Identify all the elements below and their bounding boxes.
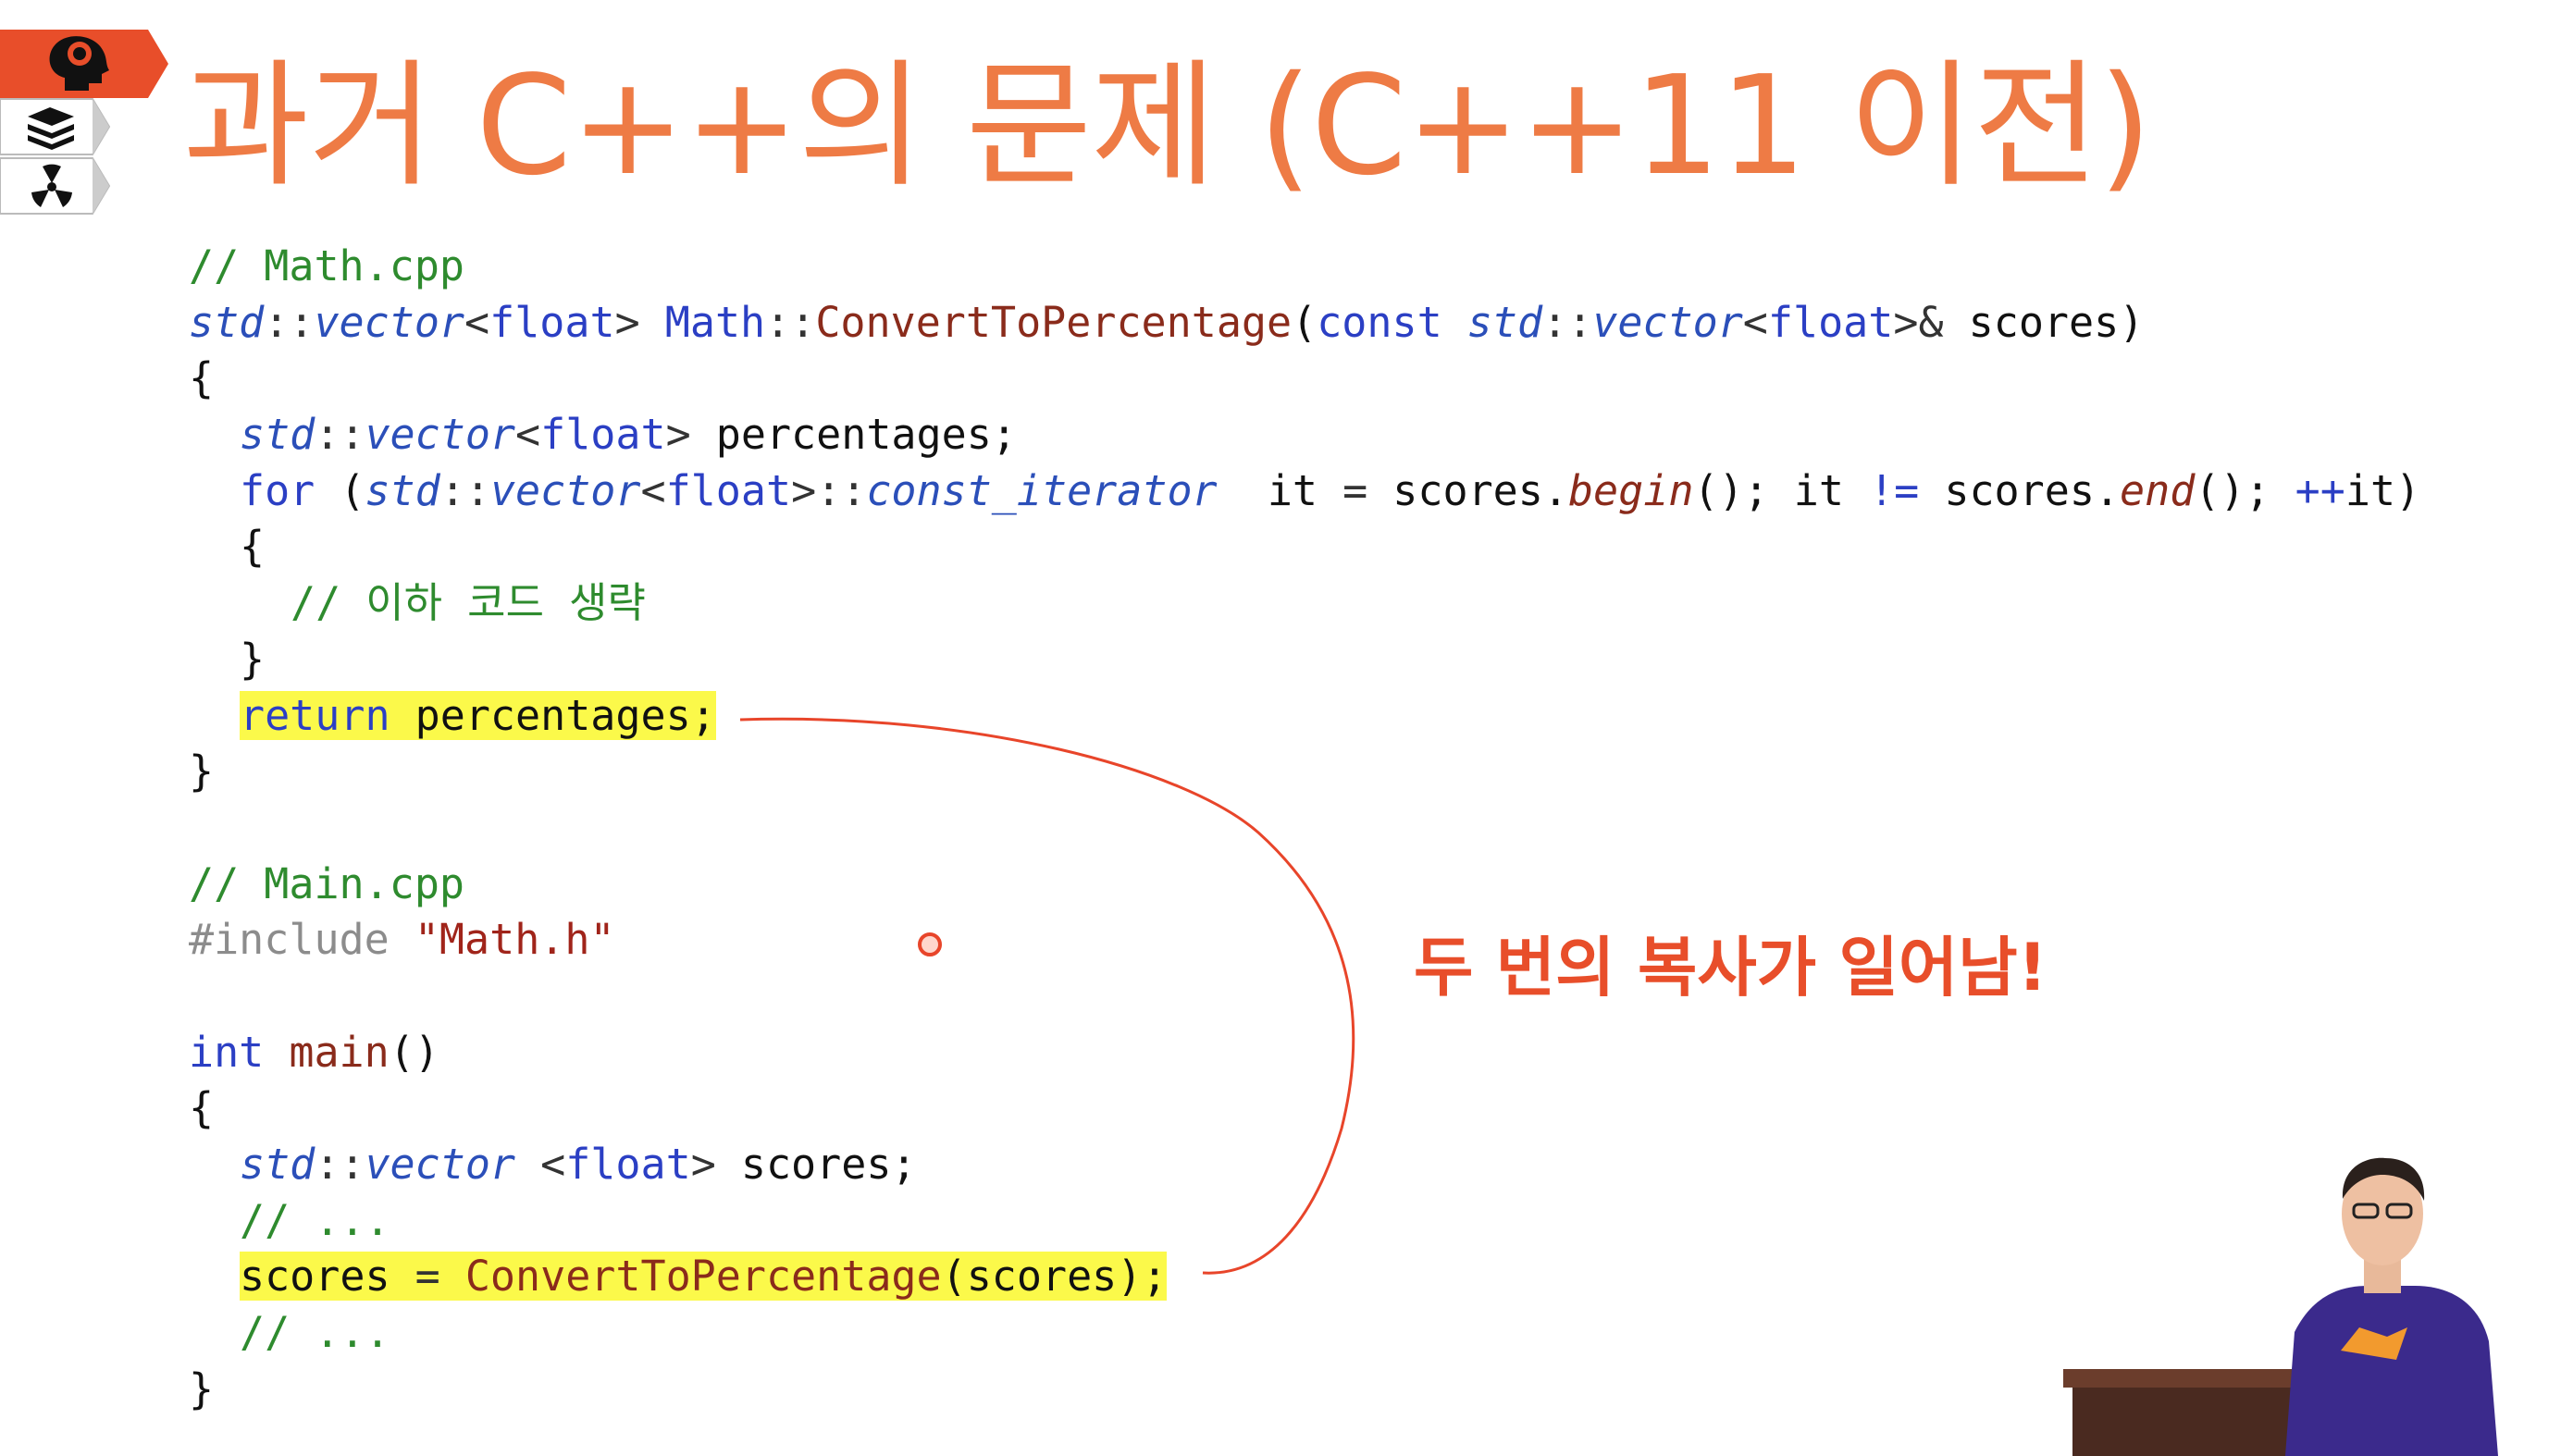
slide: 과거 C++의 문제 (C++11 이전) // Math.cpp std::v… — [0, 0, 2561, 1456]
annotation-text: 두 번의 복사가 일어남! — [1414, 930, 2048, 1006]
pointer-cursor — [918, 932, 942, 956]
presenter-video — [2063, 1157, 2498, 1456]
